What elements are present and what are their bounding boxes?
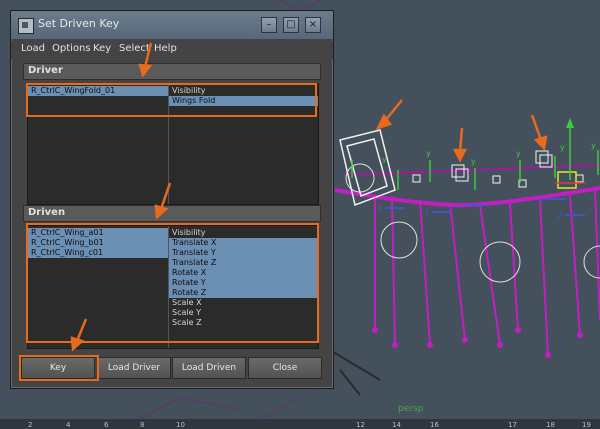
minimize-icon[interactable]: – <box>261 17 277 33</box>
timeline-ruler[interactable]: 2 4 6 8 10 12 14 16 17 18 19 <box>0 419 600 429</box>
load-driver-button[interactable]: Load Driver <box>97 357 171 379</box>
driven-attribute-list[interactable]: Visibility Translate X Translate Y Translat… <box>169 226 318 348</box>
window-title: Set Driven Key <box>38 17 120 30</box>
driven-attribute-item[interactable]: Rotate Z <box>169 288 318 298</box>
set-driven-key-window: Set Driven Key – □ × Load Options Key Se… <box>10 10 334 389</box>
ruler-label: 12 <box>356 421 365 429</box>
ruler-label: 19 <box>582 421 591 429</box>
driven-attribute-item[interactable]: Scale Z <box>169 318 318 328</box>
driver-object-list[interactable]: R_CtrlC_WingFold_01 <box>28 84 169 204</box>
driver-section-label: Driver <box>28 65 63 76</box>
driven-object-item[interactable]: R_CtrlC_Wing_c01 <box>28 248 168 258</box>
driven-attribute-item[interactable]: Scale Y <box>169 308 318 318</box>
driven-attribute-item[interactable]: Rotate Y <box>169 278 318 288</box>
menu-load[interactable]: Load <box>21 43 45 54</box>
driven-object-item[interactable]: R_CtrlC_Wing_a01 <box>28 228 168 238</box>
ruler-label: 17 <box>508 421 517 429</box>
driver-object-item[interactable]: R_CtrlC_WingFold_01 <box>28 86 168 96</box>
driver-panel: R_CtrlC_WingFold_01 Visibility Wings Fold <box>27 83 319 205</box>
maximize-icon[interactable]: □ <box>283 17 299 33</box>
window-icon <box>18 18 34 34</box>
driven-attribute-item[interactable]: Translate Y <box>169 248 318 258</box>
driven-attribute-item[interactable]: Translate Z <box>169 258 318 268</box>
driver-attribute-list[interactable]: Visibility Wings Fold <box>169 84 318 204</box>
close-button[interactable]: Close <box>248 357 322 379</box>
driven-object-list[interactable]: R_CtrlC_Wing_a01 R_CtrlC_Wing_b01 R_CtrlC_… <box>28 226 169 348</box>
ruler-label: 10 <box>176 421 185 429</box>
ruler-label: 14 <box>392 421 401 429</box>
driven-attribute-item[interactable]: Scale X <box>169 298 318 308</box>
menu-options[interactable]: Options <box>52 43 91 54</box>
ruler-label: 18 <box>546 421 555 429</box>
driven-panel: R_CtrlC_Wing_a01 R_CtrlC_Wing_b01 R_CtrlC_… <box>27 225 319 349</box>
ruler-label: 6 <box>104 421 109 429</box>
driven-section-header[interactable]: Driven <box>23 205 321 222</box>
driven-attribute-item[interactable]: Rotate X <box>169 268 318 278</box>
load-driven-button[interactable]: Load Driven <box>172 357 246 379</box>
menu-help[interactable]: Help <box>154 43 177 54</box>
title-bar[interactable]: Set Driven Key – □ × <box>11 11 333 39</box>
camera-label: persp <box>398 404 424 414</box>
menu-select[interactable]: Select <box>119 43 150 54</box>
svg-text:z: z <box>459 201 463 210</box>
svg-text:y: y <box>516 149 521 158</box>
driver-attribute-item[interactable]: Wings Fold <box>169 96 318 106</box>
svg-text:y: y <box>426 149 431 158</box>
ruler-label: 4 <box>66 421 71 429</box>
svg-text:y: y <box>471 157 476 166</box>
driven-object-item[interactable]: R_CtrlC_Wing_b01 <box>28 238 168 248</box>
driven-attribute-item[interactable]: Translate X <box>169 238 318 248</box>
driven-section-label: Driven <box>28 207 66 218</box>
ruler-label: 2 <box>28 421 33 429</box>
svg-text:z: z <box>378 204 382 213</box>
svg-text:y: y <box>591 141 596 150</box>
ruler-label: 16 <box>430 421 439 429</box>
svg-text:y: y <box>382 155 387 164</box>
svg-text:y: y <box>560 143 565 152</box>
menu-key[interactable]: Key <box>93 43 111 54</box>
driver-attribute-item[interactable]: Visibility <box>169 86 318 96</box>
menu-bar: Load Options Key Select Help <box>11 41 333 59</box>
driven-attribute-item[interactable]: Visibility <box>169 228 318 238</box>
driver-section-header[interactable]: Driver <box>23 63 321 80</box>
svg-text:z: z <box>425 208 429 217</box>
key-button[interactable]: Key <box>21 357 95 379</box>
svg-text:z: z <box>558 211 562 220</box>
close-icon[interactable]: × <box>305 17 321 33</box>
ruler-label: 8 <box>140 421 145 429</box>
svg-text:z: z <box>539 195 543 204</box>
